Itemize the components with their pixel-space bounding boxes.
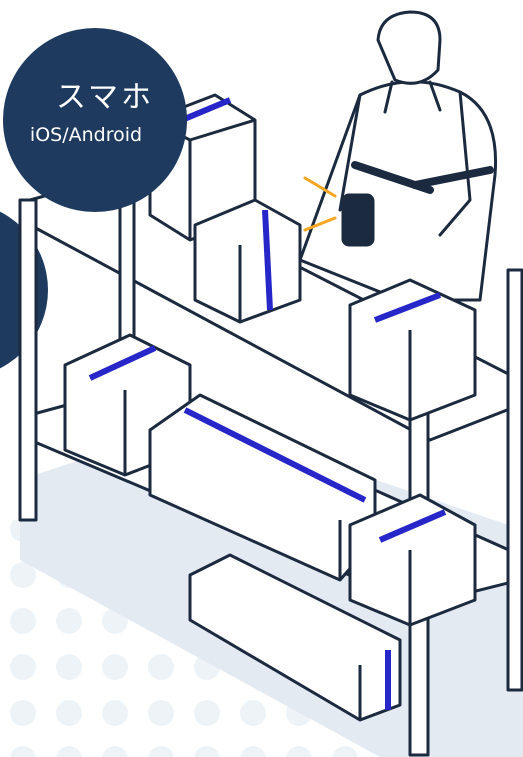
badge-subtitle: iOS/Android xyxy=(29,124,143,146)
box-mid-right xyxy=(348,278,477,422)
worker-figure xyxy=(298,10,498,302)
box-top-middle xyxy=(193,198,302,324)
badge-title: スマホ xyxy=(55,80,155,115)
smartphone-badge xyxy=(3,28,187,212)
